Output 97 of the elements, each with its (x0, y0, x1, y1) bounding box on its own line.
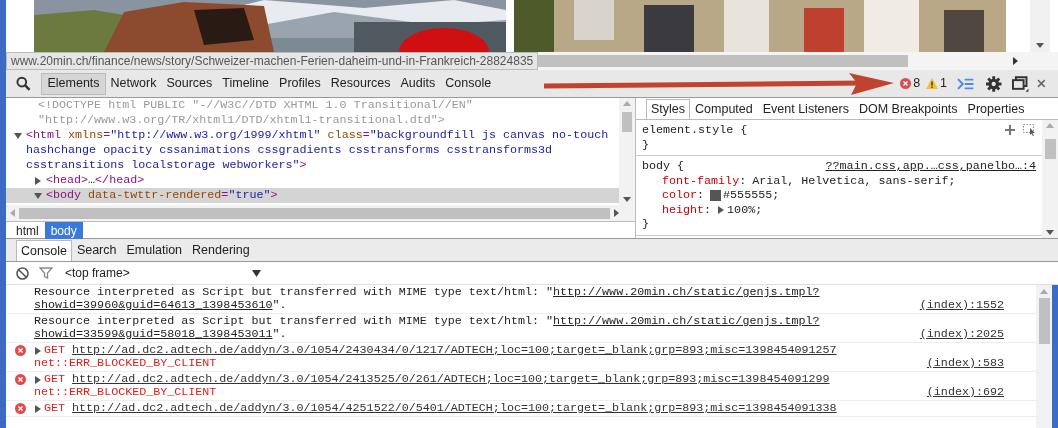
error-icon (14, 345, 26, 356)
styles-tab[interactable]: Properties (962, 99, 1030, 119)
console-message: Resource interpreted as Script but transferred with MIME type text/html: " (34, 315, 553, 328)
request-link[interactable]: http://ad.dc2.adtech.de/addyn/3.0/1054/2413525/0/261/ADTECH;loc=100;target=_blank;grp=893;misc=1398454091299 (72, 373, 830, 386)
drawer-tab[interactable]: Rendering (187, 240, 255, 261)
breadcrumb[interactable]: html (10, 221, 45, 239)
collapsed-triangle-icon[interactable] (34, 176, 42, 185)
horizontal-scrollbar[interactable] (6, 205, 635, 221)
error-message: net::ERR_BLOCKED_BY_CLIENT (34, 386, 217, 399)
styles-tab[interactable]: Event Listeners (757, 99, 854, 119)
css-property: height (662, 202, 705, 217)
warning-icon (926, 78, 939, 89)
panel-tab[interactable]: Resources (325, 72, 396, 95)
vertical-scrollbar[interactable] (619, 98, 635, 205)
dock-icon[interactable] (1011, 75, 1030, 92)
css-brace: } (642, 217, 650, 232)
styles-tab[interactable]: DOM Breakpoints (853, 99, 963, 119)
error-count[interactable]: 8 (900, 74, 921, 93)
console-message: ". (272, 299, 287, 312)
source-link[interactable]: ??main.css,app.…css,panelbo…:4 (825, 159, 1036, 174)
error-message: net::ERR_BLOCKED_BY_CLIENT (34, 357, 217, 370)
dom-node[interactable]: <head>…</head> (46, 173, 145, 188)
frame-select[interactable]: <top frame> (65, 264, 261, 282)
panel-tab[interactable]: Console (440, 72, 497, 95)
collapsed-triangle-icon[interactable] (34, 346, 42, 355)
panel-tab[interactable]: Sources (161, 72, 218, 95)
scroll-thumb[interactable] (538, 55, 909, 67)
dom-node[interactable]: <html xmlns="http://www.w3.org/1999/xhtml" class="backgroundfill js canvas no-touch hashchange opacity cssanimations cssgradients csstransforms csstransforms3d csstransitions localstorage webworkers"> (26, 128, 616, 173)
close-icon[interactable] (1037, 79, 1046, 88)
css-selector: element.style { (642, 123, 748, 138)
resource-link[interactable]: http://www.20min.ch/static/genjs.tmpl? (553, 286, 820, 299)
css-selector: body { (642, 159, 685, 174)
css-value: #555555; (723, 188, 780, 203)
css-value: Arial, Helvetica, sans-serif; (752, 173, 956, 188)
panel-tab[interactable]: Timeline (217, 72, 275, 95)
panel-tab[interactable]: Network (105, 72, 162, 95)
scroll-thumb[interactable] (19, 207, 610, 219)
scroll-right-icon[interactable] (1013, 57, 1018, 65)
settings-icon[interactable] (986, 75, 1002, 92)
scroll-down-icon[interactable] (1046, 230, 1054, 235)
error-icon (14, 374, 26, 385)
resource-link[interactable]: http://www.20min.ch/static/genjs.tmpl? (553, 315, 820, 328)
collapsed-triangle-icon[interactable] (34, 375, 42, 384)
css-brace: } (642, 137, 650, 152)
css-property: font-family (662, 173, 740, 188)
source-link[interactable]: (index):583 (926, 357, 1004, 370)
request-method: GET (43, 344, 67, 357)
expand-triangle-icon[interactable] (717, 205, 726, 214)
vertical-scrollbar[interactable] (1036, 285, 1052, 428)
clear-icon[interactable] (16, 266, 29, 280)
console-message: ". (272, 328, 287, 341)
expanded-triangle-icon[interactable] (34, 191, 42, 200)
error-icon (900, 78, 912, 89)
dropdown-icon (252, 269, 261, 277)
css-colon: : (704, 202, 712, 217)
source-link[interactable]: (index):692 (926, 386, 1004, 399)
resource-link[interactable]: showid=39960&guid=64613_1398453610 (34, 299, 273, 312)
vertical-scrollbar[interactable] (1042, 120, 1058, 238)
styles-tab[interactable]: Styles (646, 99, 691, 119)
scroll-thumb[interactable] (622, 111, 632, 132)
search-icon[interactable] (16, 75, 32, 92)
panel-tab[interactable]: Profiles (274, 72, 326, 95)
filter-icon[interactable] (39, 267, 53, 279)
css-value: 100%; (727, 202, 763, 217)
console-message: Resource interpreted as Script but transferred with MIME type text/html: " (34, 286, 553, 299)
css-property: color (662, 188, 698, 203)
scroll-right-icon[interactable] (614, 209, 619, 217)
drawer-tab[interactable]: Search (71, 240, 122, 261)
element-picker-icon[interactable] (1023, 124, 1036, 137)
css-colon: : (697, 188, 705, 203)
plus-icon[interactable] (1005, 125, 1015, 136)
breadcrumb[interactable]: body (44, 221, 83, 239)
drawer-tab[interactable]: Emulation (121, 240, 188, 261)
panel-tab[interactable]: Elements (41, 72, 106, 95)
styles-tab[interactable]: Computed (690, 99, 758, 119)
source-link[interactable]: (index):1552 (919, 299, 1004, 312)
scroll-thumb[interactable] (1038, 298, 1050, 344)
expanded-triangle-icon[interactable] (14, 131, 22, 140)
scroll-thumb[interactable] (1044, 139, 1056, 159)
request-method: GET (43, 373, 67, 386)
drawer-icon[interactable] (957, 77, 975, 90)
color-swatch[interactable] (710, 189, 722, 201)
scroll-down-icon[interactable] (1036, 43, 1044, 48)
request-method: GET (43, 402, 67, 415)
vertical-scrollbar[interactable] (1030, 0, 1050, 52)
collapsed-triangle-icon[interactable] (34, 404, 42, 413)
source-link[interactable]: (index):2025 (919, 328, 1004, 341)
panel-tab[interactable]: Audits (395, 72, 441, 95)
drawer-tab[interactable]: Console (16, 240, 72, 261)
status-url: www.20min.ch/finance/news/story/Schweizer-machen-Ferien-daheim-und-in-Frankreich-28824835 (6, 52, 539, 70)
request-link[interactable]: http://ad.dc2.adtech.de/addyn/3.0/1054/4251522/0/5401/ADTECH;loc=100;target=_blank;grp=893;misc=1398454091338 (72, 402, 837, 415)
css-colon: : (739, 173, 747, 188)
warning-count[interactable]: 1 (926, 74, 948, 93)
request-link[interactable]: http://ad.dc2.adtech.de/addyn/3.0/1054/2430434/0/1217/ADTECH;loc=100;target=_blank;grp=893;misc=1398454091257 (72, 344, 837, 357)
scroll-down-icon[interactable] (623, 197, 631, 202)
error-icon (14, 403, 26, 414)
resource-link[interactable]: showid=33599&guid=58018_1398453011 (34, 328, 273, 341)
